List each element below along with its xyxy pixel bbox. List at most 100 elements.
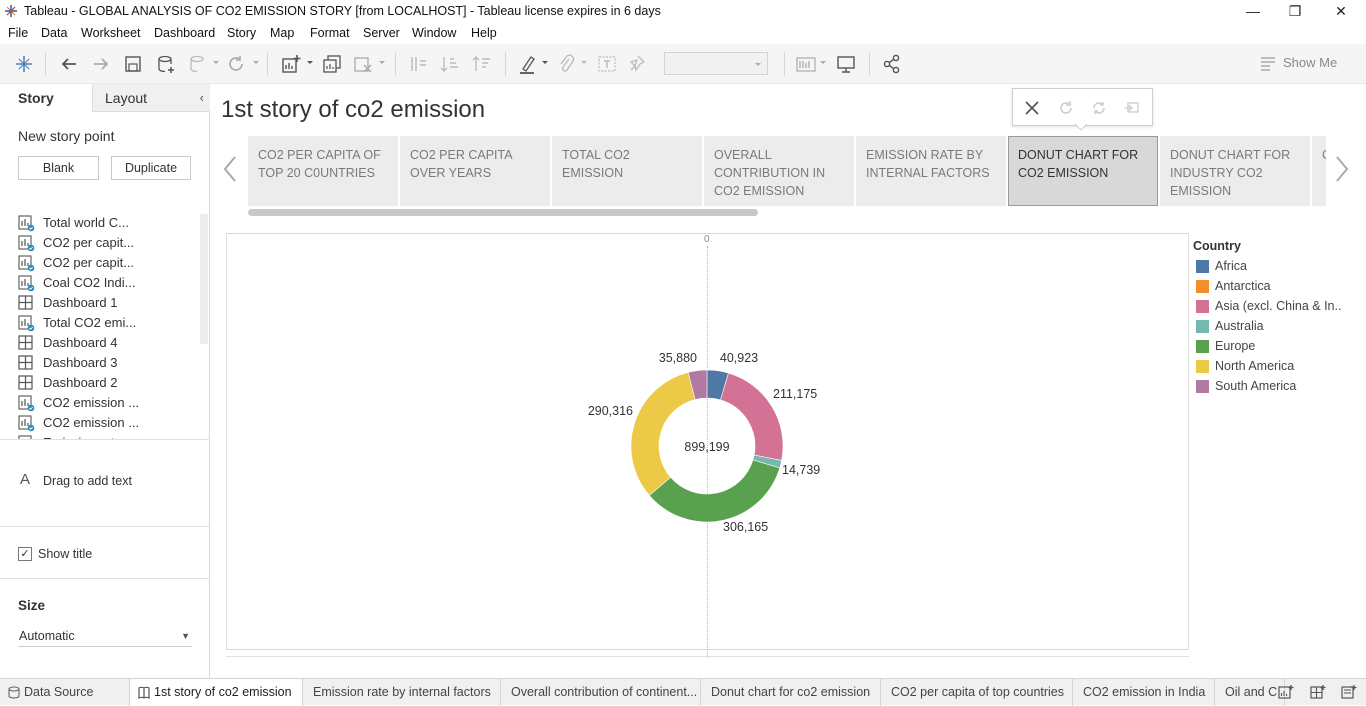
update-icon[interactable] <box>1090 99 1108 117</box>
sheet-tab[interactable]: Overall contribution of continent... <box>501 679 701 706</box>
story-point-tab[interactable]: OVERALL CONTRIBUTION IN CO2 EMISSION <box>704 136 854 206</box>
legend-item[interactable]: Asia (excl. China & In.. <box>1196 298 1361 316</box>
show-cards-icon[interactable] <box>795 53 817 75</box>
story-point-tab[interactable]: CO2 PER CAPITA OVER YEARS <box>400 136 550 206</box>
close-window-button[interactable]: ✕ <box>1318 0 1364 23</box>
menu-dashboard[interactable]: Dashboard <box>154 26 215 40</box>
sheet-tab[interactable]: CO2 emission in India <box>1073 679 1215 706</box>
legend-item[interactable]: Europe <box>1196 338 1361 356</box>
sheet-item-worksheet[interactable]: CO2 emission ... <box>18 393 198 413</box>
restore-button[interactable]: ❐ <box>1272 0 1318 23</box>
duplicate-story-point-button[interactable]: Duplicate <box>111 156 191 180</box>
story-point-tab[interactable]: CO2 PER CAPITA OF TOP 20 C0UNTRIES <box>248 136 398 206</box>
sheet-tab[interactable]: CO2 per capita of top countries <box>881 679 1073 706</box>
chevron-down-icon[interactable] <box>580 59 588 67</box>
navigator-scrollbar[interactable] <box>248 209 758 216</box>
minimize-button[interactable]: — <box>1230 0 1276 23</box>
menu-worksheet[interactable]: Worksheet <box>81 26 141 40</box>
chevron-down-icon[interactable] <box>378 59 386 67</box>
menu-map[interactable]: Map <box>270 26 294 40</box>
presentation-mode-icon[interactable] <box>835 53 857 75</box>
share-icon[interactable] <box>881 53 903 75</box>
sheet-item-label: Emission rat... <box>43 435 125 439</box>
sheet-item-dashboard[interactable]: Dashboard 1 <box>18 293 198 313</box>
size-dropdown[interactable]: Automatic ▼ <box>18 627 192 647</box>
new-worksheet-icon[interactable] <box>280 53 302 75</box>
sheet-item-worksheet[interactable]: Emission rat... <box>18 433 198 439</box>
sheet-list-scrollbar[interactable] <box>200 214 208 344</box>
sheet-item-dashboard[interactable]: Dashboard 4 <box>18 333 198 353</box>
show-title-option[interactable]: ✓ Show title <box>18 547 198 565</box>
story-title[interactable]: 1st story of co2 emission <box>221 96 485 124</box>
sheet-item-worksheet[interactable]: Total world C... <box>18 213 198 233</box>
duplicate-sheet-icon[interactable] <box>321 53 343 75</box>
redo-icon[interactable] <box>90 53 112 75</box>
menu-help[interactable]: Help <box>471 26 497 40</box>
refresh-icon[interactable] <box>225 53 247 75</box>
menu-server[interactable]: Server <box>363 26 400 40</box>
sheet-item-worksheet[interactable]: CO2 emission ... <box>18 413 198 433</box>
story-point-tab[interactable]: TOTAL CO2 EMISSION <box>552 136 702 206</box>
clear-sheet-icon[interactable] <box>352 53 374 75</box>
legend-item[interactable]: South America <box>1196 378 1361 396</box>
save-as-new-icon[interactable] <box>1123 99 1141 117</box>
chevron-down-icon[interactable] <box>541 59 549 67</box>
menu-story[interactable]: Story <box>227 26 256 40</box>
new-worksheet-icon[interactable] <box>1278 684 1294 700</box>
delete-story-point-icon[interactable] <box>1023 99 1041 117</box>
save-icon[interactable] <box>122 53 144 75</box>
sheet-item-dashboard[interactable]: Dashboard 3 <box>18 353 198 373</box>
sheet-tab[interactable]: Donut chart for co2 emission <box>701 679 881 706</box>
sheet-item-dashboard[interactable]: Dashboard 2 <box>18 373 198 393</box>
undo-icon[interactable] <box>58 53 80 75</box>
sheet-item-worksheet[interactable]: CO2 per capit... <box>18 253 198 273</box>
chevron-down-icon[interactable] <box>252 59 260 67</box>
swap-rows-columns-icon[interactable] <box>407 53 429 75</box>
new-data-source-icon[interactable] <box>155 53 177 75</box>
sheet-tab[interactable]: Emission rate by internal factors <box>303 679 501 706</box>
sheet-item-worksheet[interactable]: CO2 per capit... <box>18 233 198 253</box>
menu-file[interactable]: File <box>8 26 28 40</box>
chevron-right-icon[interactable] <box>1335 154 1349 184</box>
sheet-tab[interactable]: 1st story of co2 emission <box>130 679 303 706</box>
highlight-icon[interactable] <box>517 53 539 75</box>
story-point-tab[interactable]: DONUT CHART FOR CO2 EMISSION <box>1008 136 1158 206</box>
menu-window[interactable]: Window <box>412 26 456 40</box>
paperclip-icon[interactable] <box>555 53 577 75</box>
sheet-item-worksheet[interactable]: Coal CO2 Indi... <box>18 273 198 293</box>
sort-ascending-icon[interactable] <box>439 53 461 75</box>
drag-to-add-text[interactable]: A Drag to add text <box>20 471 200 494</box>
chevron-down-icon[interactable] <box>306 59 314 67</box>
new-dashboard-icon[interactable] <box>1310 684 1326 700</box>
show-title-checkbox[interactable]: ✓ <box>18 547 32 561</box>
text-labels-icon[interactable] <box>596 53 618 75</box>
story-point-tab[interactable]: EMISSION RATE BY INTERNAL FACTORS <box>856 136 1006 206</box>
chevron-down-icon[interactable] <box>212 59 220 67</box>
show-me-label[interactable]: Show Me <box>1283 55 1337 70</box>
menu-format[interactable]: Format <box>310 26 350 40</box>
pin-icon[interactable] <box>626 53 648 75</box>
revert-icon[interactable] <box>1057 99 1075 117</box>
menu-data[interactable]: Data <box>41 26 67 40</box>
fit-dropdown[interactable] <box>664 52 768 75</box>
chevron-left-icon[interactable] <box>223 154 237 184</box>
sort-descending-icon[interactable] <box>471 53 493 75</box>
sheet-tab[interactable]: Oil and C <box>1215 679 1285 706</box>
new-story-icon[interactable] <box>1341 684 1357 700</box>
tab-story[interactable]: Story <box>0 84 92 112</box>
tab-layout[interactable]: Layout ‹ <box>92 84 210 112</box>
show-me-icon[interactable] <box>1258 54 1278 74</box>
blank-story-point-button[interactable]: Blank <box>18 156 99 180</box>
sheet-item-worksheet[interactable]: Total CO2 emi... <box>18 313 198 333</box>
pause-updates-icon[interactable] <box>187 53 209 75</box>
legend-item[interactable]: Australia <box>1196 318 1361 336</box>
story-point-tab[interactable]: DONUT CHART FOR INDUSTRY CO2 EMISSION <box>1160 136 1310 206</box>
collapse-pane-icon[interactable]: ‹ <box>200 90 204 105</box>
tableau-home-icon[interactable] <box>13 53 35 75</box>
chevron-down-icon[interactable] <box>819 59 827 67</box>
story-point-tab[interactable]: C... C... C... <box>1312 136 1326 206</box>
data-source-tab[interactable]: Data Source <box>0 679 130 706</box>
legend-item[interactable]: Antarctica <box>1196 278 1361 296</box>
legend-item[interactable]: North America <box>1196 358 1361 376</box>
legend-item[interactable]: Africa <box>1196 258 1361 276</box>
